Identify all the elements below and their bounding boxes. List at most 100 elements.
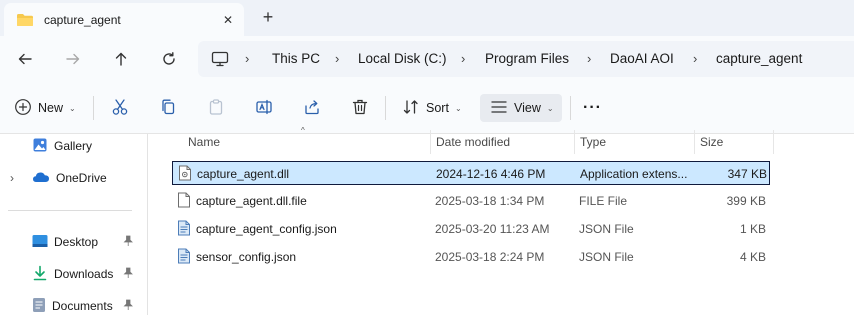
file-name: capture_agent_config.json — [196, 222, 337, 236]
tab-capture-agent[interactable]: capture_agent ✕ — [4, 3, 244, 36]
file-row-capture-agent-config-json[interactable]: capture_agent_config.json 2025-03-20 11:… — [172, 217, 770, 241]
trash-icon — [351, 98, 369, 119]
navigation-pane: Gallery › OneDrive Desktop Downloads Doc… — [0, 134, 148, 315]
breadcrumb-daoai-aoi[interactable]: DaoAI AOI — [610, 51, 674, 66]
pin-icon — [122, 267, 134, 282]
breadcrumb-capture-agent[interactable]: capture_agent — [716, 51, 802, 66]
breadcrumb-program-files[interactable]: Program Files — [485, 51, 569, 66]
downloads-icon — [32, 265, 48, 284]
breadcrumb-separator[interactable]: › — [587, 51, 591, 66]
column-header-row: ^ Name Date modified Type Size — [148, 126, 854, 154]
file-date-modified: 2025-03-18 2:24 PM — [435, 250, 545, 264]
toolbar-divider — [93, 96, 94, 120]
clipboard-icon — [207, 98, 225, 119]
copy-icon — [159, 98, 177, 119]
up-arrow-icon[interactable] — [108, 46, 134, 72]
sort-label: Sort — [426, 101, 449, 115]
column-header-date[interactable]: Date modified — [436, 135, 510, 149]
file-date-modified: 2024-12-16 4:46 PM — [436, 167, 546, 181]
file-size: 347 KB — [727, 167, 767, 181]
file-type: JSON File — [579, 250, 634, 264]
plus-circle-icon — [14, 98, 32, 119]
file-size: 399 KB — [726, 194, 766, 208]
column-header-size[interactable]: Size — [700, 135, 723, 149]
chevron-down-icon: ⌄ — [454, 103, 462, 113]
desktop-icon — [32, 234, 48, 251]
sidebar-item-onedrive[interactable]: › OneDrive — [0, 164, 147, 192]
file-type: FILE File — [579, 194, 628, 208]
refresh-icon[interactable] — [156, 46, 182, 72]
pin-icon — [122, 235, 134, 250]
view-label: View — [514, 101, 541, 115]
breadcrumb-separator[interactable]: › — [335, 51, 339, 66]
file-row-capture-agent-dll[interactable]: capture_agent.dll 2024-12-16 4:46 PM App… — [172, 161, 770, 185]
sort-icon — [402, 98, 420, 119]
file-name: capture_agent.dll.file — [196, 194, 307, 208]
gallery-icon — [32, 137, 48, 156]
sidebar-item-label: Desktop — [54, 235, 99, 249]
command-bar: New ⌄ Sort ⌄ View ⌄ ··· — [0, 82, 854, 134]
file-row-capture-agent-dll-file[interactable]: capture_agent.dll.file 2025-03-18 1:34 P… — [172, 189, 770, 213]
expand-chevron-icon[interactable]: › — [10, 171, 32, 185]
json-file-icon — [177, 220, 191, 239]
dll-file-icon — [178, 165, 192, 184]
share-icon — [303, 98, 321, 119]
onedrive-icon — [32, 171, 50, 186]
back-arrow-icon[interactable] — [12, 46, 38, 72]
sidebar-item-gallery[interactable]: Gallery — [0, 132, 147, 160]
tab-strip: capture_agent ✕ + — [0, 0, 854, 36]
cut-button[interactable] — [111, 94, 129, 122]
file-name: capture_agent.dll — [197, 167, 290, 181]
column-divider[interactable] — [773, 130, 774, 154]
column-divider[interactable] — [574, 130, 575, 154]
sidebar-item-label: Gallery — [54, 139, 93, 153]
breadcrumb-separator[interactable]: › — [245, 51, 249, 66]
computer-icon — [211, 51, 229, 70]
sidebar-item-documents[interactable]: Documents — [0, 292, 147, 315]
column-divider[interactable] — [430, 130, 431, 154]
sort-ascending-icon: ^ — [301, 126, 305, 135]
file-type: JSON File — [579, 222, 634, 236]
new-button[interactable]: New ⌄ — [14, 94, 76, 122]
view-lines-icon — [490, 98, 508, 119]
sidebar-item-downloads[interactable]: Downloads — [0, 260, 147, 288]
rename-button[interactable] — [255, 94, 273, 122]
address-bar[interactable]: › This PC › Local Disk (C:) › Program Fi… — [198, 41, 854, 77]
new-tab-button[interactable]: + — [258, 7, 278, 27]
navigation-bar: › This PC › Local Disk (C:) › Program Fi… — [0, 36, 854, 82]
breadcrumb-local-disk[interactable]: Local Disk (C:) — [358, 51, 447, 66]
more-options-icon[interactable]: ··· — [583, 94, 602, 122]
view-button[interactable]: View ⌄ — [480, 94, 562, 122]
folder-icon — [16, 13, 34, 30]
breadcrumb-this-pc[interactable]: This PC — [272, 51, 320, 66]
share-button[interactable] — [303, 94, 321, 122]
file-row-sensor-config-json[interactable]: sensor_config.json 2025-03-18 2:24 PM JS… — [172, 245, 770, 269]
paste-button[interactable] — [207, 94, 225, 122]
close-tab-icon[interactable]: ✕ — [220, 12, 236, 28]
sidebar-item-label: Downloads — [54, 267, 114, 281]
file-list: ^ Name Date modified Type Size capture_a… — [148, 126, 854, 315]
scissors-icon — [111, 98, 129, 119]
sidebar-item-label: Documents — [52, 299, 113, 313]
sidebar-item-label: OneDrive — [56, 171, 107, 185]
copy-button[interactable] — [159, 94, 177, 122]
toolbar-divider — [385, 96, 386, 120]
column-header-name[interactable]: Name — [188, 135, 220, 149]
sort-button[interactable]: Sort ⌄ — [402, 94, 462, 122]
forward-arrow-icon[interactable] — [60, 46, 86, 72]
column-divider[interactable] — [694, 130, 695, 154]
toolbar-divider — [570, 96, 571, 120]
file-date-modified: 2025-03-18 1:34 PM — [435, 194, 545, 208]
sidebar-item-desktop[interactable]: Desktop — [0, 228, 147, 256]
breadcrumb-separator[interactable]: › — [461, 51, 465, 66]
file-name: sensor_config.json — [196, 250, 297, 264]
documents-icon — [32, 297, 46, 315]
file-date-modified: 2025-03-20 11:23 AM — [435, 222, 550, 236]
sidebar-divider — [8, 210, 132, 211]
delete-button[interactable] — [351, 94, 369, 122]
file-type: Application extens... — [580, 167, 688, 181]
file-size: 1 KB — [739, 222, 766, 236]
new-label: New — [38, 101, 64, 115]
column-header-type[interactable]: Type — [580, 135, 606, 149]
breadcrumb-separator[interactable]: › — [693, 51, 697, 66]
